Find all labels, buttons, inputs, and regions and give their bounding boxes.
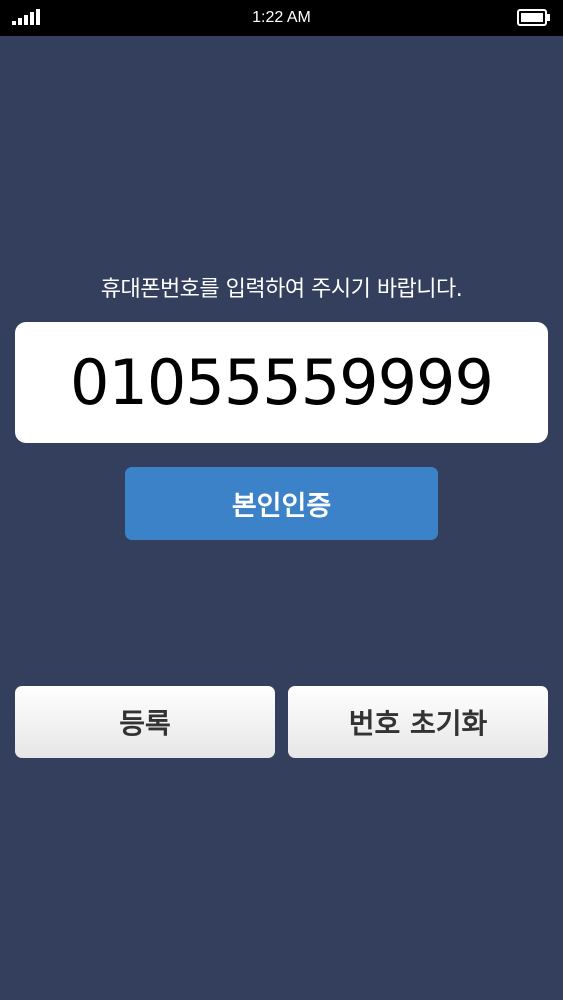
status-bar: 1:22 AM (0, 0, 563, 36)
instruction-text: 휴대폰번호를 입력하여 주시기 바랍니다. (100, 277, 463, 302)
reset-number-button[interactable]: 번호 초기화 (288, 686, 548, 758)
verify-identity-button[interactable]: 본인인증 (125, 467, 438, 540)
phone-number-field[interactable]: 01055559999 (15, 322, 548, 443)
status-time: 1:22 AM (252, 9, 311, 26)
phone-number-value: 01055559999 (70, 346, 494, 419)
battery-icon (517, 9, 550, 26)
register-button[interactable]: 등록 (15, 686, 275, 758)
